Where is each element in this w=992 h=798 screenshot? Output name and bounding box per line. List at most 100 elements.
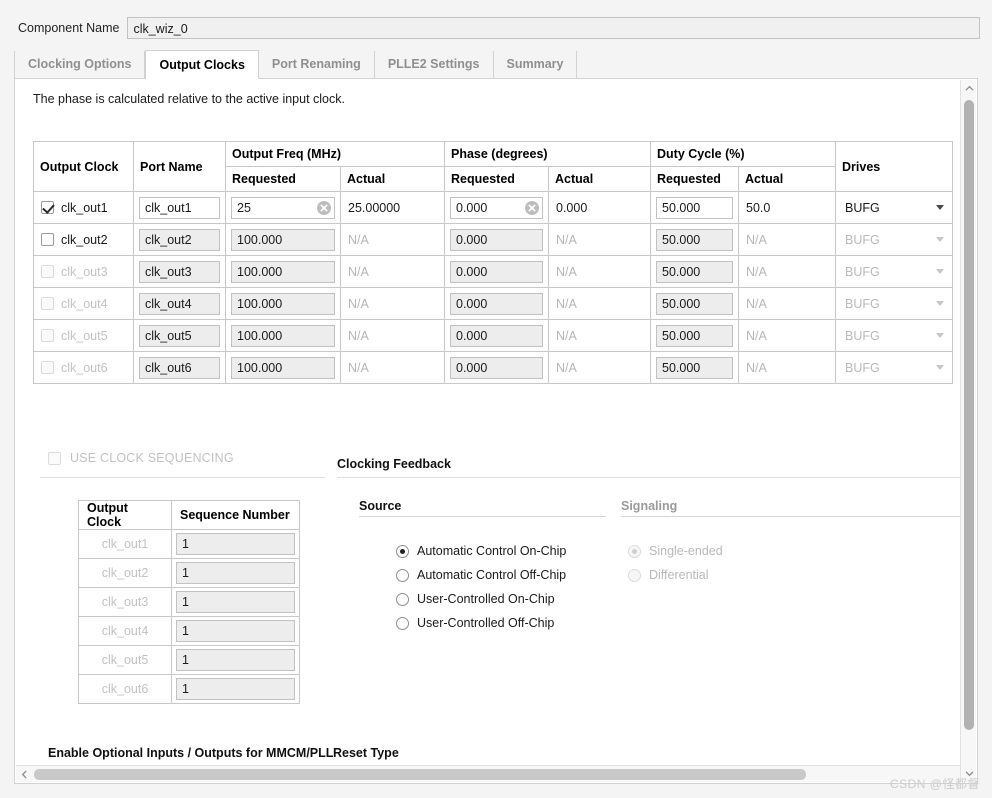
clk-out3-duty-requested-input[interactable]: 50.000 bbox=[656, 260, 733, 283]
row-4-freq-req-cell: 100.000 bbox=[225, 287, 341, 320]
clk-out2-freq-requested-input[interactable]: 100.000 bbox=[231, 228, 335, 251]
clk-out2-duty-requested-input[interactable]: 50.000 bbox=[656, 228, 733, 251]
tab-output-clocks[interactable]: Output Clocks bbox=[145, 50, 259, 79]
clk-out1-drives-dropdown[interactable]: BUFG bbox=[836, 192, 952, 223]
seq-row-3-input[interactable]: 1 bbox=[176, 591, 295, 613]
clk-out2-enable-checkbox[interactable] bbox=[41, 233, 54, 246]
seq-row-4-input[interactable]: 1 bbox=[176, 620, 295, 642]
radio-icon[interactable] bbox=[396, 544, 409, 558]
clk-out4-drives-value: BUFG bbox=[845, 296, 880, 311]
clk-out3-port-name-input[interactable]: clk_out3 bbox=[139, 260, 220, 283]
horizontal-scrollbar[interactable] bbox=[16, 765, 960, 782]
tab-port-renaming[interactable]: Port Renaming bbox=[258, 51, 375, 79]
clk-out2-phase-requested-input[interactable]: 0.000 bbox=[450, 228, 543, 251]
source-option-user-off-chip[interactable]: User-Controlled Off-Chip bbox=[396, 611, 566, 635]
row-2-output-clock-cell: clk_out2 bbox=[33, 223, 134, 256]
table-group-header-row: Output Clock Port Name Output Freq (MHz)… bbox=[33, 141, 953, 192]
clk-out3-freq-requested-input[interactable]: 100.000 bbox=[231, 260, 335, 283]
signaling-option-single-ended[interactable]: Single-ended bbox=[628, 539, 723, 563]
clk-out4-port-name-input[interactable]: clk_out4 bbox=[139, 292, 220, 315]
clk-out5-phase-requested-input[interactable]: 0.000 bbox=[450, 324, 543, 347]
clk-out2-drives-dropdown[interactable]: BUFG bbox=[836, 224, 952, 255]
clk-out1-port-name-input[interactable]: clk_out1 bbox=[139, 196, 220, 219]
seq-row-6-input[interactable]: 1 bbox=[176, 678, 295, 700]
clk-out6-duty-requested-input[interactable]: 50.000 bbox=[656, 356, 733, 379]
source-option-user-on-chip[interactable]: User-Controlled On-Chip bbox=[396, 587, 566, 611]
clk-out1-duty-requested-input[interactable]: 50.000 bbox=[656, 196, 733, 219]
row-2-port-name-cell: clk_out2 bbox=[133, 223, 226, 256]
radio-icon[interactable] bbox=[396, 616, 409, 630]
clk-out2-port-name-input[interactable]: clk_out2 bbox=[139, 228, 220, 251]
clk-out4-freq-requested-input[interactable]: 100.000 bbox=[231, 292, 335, 315]
clk-out2-drives-value: BUFG bbox=[845, 232, 880, 247]
row-1-freq-actual-cell: 25.00000 bbox=[340, 191, 445, 224]
radio-icon[interactable] bbox=[628, 568, 641, 582]
row-5-phase-actual-cell: N/A bbox=[548, 319, 651, 352]
seq-row-1-input[interactable]: 1 bbox=[176, 533, 295, 555]
row-2-freq-actual-cell: N/A bbox=[340, 223, 445, 256]
clear-icon[interactable] bbox=[525, 200, 539, 215]
clk-out6-phase-requested-input[interactable]: 0.000 bbox=[450, 356, 543, 379]
horizontal-scrollbar-thumb[interactable] bbox=[34, 768, 806, 780]
radio-icon[interactable] bbox=[396, 568, 409, 582]
tab-clocking-options[interactable]: Clocking Options bbox=[14, 51, 146, 79]
clk-out4-drives-dropdown[interactable]: BUFG bbox=[836, 288, 952, 319]
tab-strip: Clocking Options Output Clocks Port Rena… bbox=[14, 50, 978, 79]
seq-row-5-input[interactable]: 1 bbox=[176, 649, 295, 671]
row-1-freq-req-cell: 25 bbox=[225, 191, 341, 224]
clk-out5-duty-actual: N/A bbox=[746, 328, 767, 343]
clk-out3-phase-requested-input[interactable]: 0.000 bbox=[450, 260, 543, 283]
source-option-auto-on-chip[interactable]: Automatic Control On-Chip bbox=[396, 539, 566, 563]
radio-icon[interactable] bbox=[396, 592, 409, 606]
row-4-output-clock-cell: clk_out4 bbox=[33, 287, 134, 320]
vertical-scrollbar[interactable] bbox=[960, 80, 976, 782]
row-5-duty-actual-cell: N/A bbox=[738, 319, 836, 352]
clk-out5-port-name-input[interactable]: clk_out5 bbox=[139, 324, 220, 347]
seq-row-4-name: clk_out4 bbox=[78, 616, 172, 646]
list-item: clk_out1 1 bbox=[78, 529, 300, 559]
clk-out4-phase-requested-input[interactable]: 0.000 bbox=[450, 292, 543, 315]
scroll-left-icon[interactable] bbox=[16, 766, 32, 783]
clk-out3-enable-checkbox[interactable] bbox=[41, 265, 54, 278]
clk-out4-duty-requested-input[interactable]: 50.000 bbox=[656, 292, 733, 315]
row-3-freq-actual-cell: N/A bbox=[340, 255, 445, 288]
row-1-duty-actual-cell: 50.0 bbox=[738, 191, 836, 224]
vertical-scrollbar-thumb[interactable] bbox=[964, 100, 974, 730]
row-3-phase-req-cell: 0.000 bbox=[444, 255, 549, 288]
component-name-input[interactable]: clk_wiz_0 bbox=[127, 17, 980, 39]
source-option-auto-off-chip[interactable]: Automatic Control Off-Chip bbox=[396, 563, 566, 587]
clk-out4-enable-checkbox[interactable] bbox=[41, 297, 54, 310]
clk-out6-enable-checkbox[interactable] bbox=[41, 361, 54, 374]
clk-out1-phase-requested-input[interactable]: 0.000 bbox=[450, 196, 543, 219]
clk-out5-freq-requested-input[interactable]: 100.000 bbox=[231, 324, 335, 347]
use-clock-sequencing-row[interactable]: USE CLOCK SEQUENCING bbox=[48, 451, 234, 465]
clk-out5-drives-dropdown[interactable]: BUFG bbox=[836, 320, 952, 351]
clk-out6-port-name-input[interactable]: clk_out6 bbox=[139, 356, 220, 379]
col-port-name: Port Name bbox=[133, 141, 226, 192]
clk-out5-duty-requested-input[interactable]: 50.000 bbox=[656, 324, 733, 347]
clk-out6-freq-requested-input[interactable]: 100.000 bbox=[231, 356, 335, 379]
tab-plle2-settings[interactable]: PLLE2 Settings bbox=[374, 51, 494, 79]
tab-summary[interactable]: Summary bbox=[493, 51, 578, 79]
signaling-option-differential[interactable]: Differential bbox=[628, 563, 723, 587]
clk-out2-label: clk_out2 bbox=[61, 232, 108, 247]
clear-icon[interactable] bbox=[317, 200, 331, 215]
seq-row-2-input[interactable]: 1 bbox=[176, 562, 295, 584]
col-phase-requested: Requested bbox=[444, 166, 549, 192]
radio-icon[interactable] bbox=[628, 544, 641, 558]
table-row: clk_out2 clk_out2 100.000 N/A 0.000 N/A … bbox=[33, 223, 953, 256]
clock-sequencing-table: Output Clock Sequence Number clk_out1 1 … bbox=[78, 500, 300, 704]
row-1-output-clock-cell: clk_out1 bbox=[33, 191, 134, 224]
clk-out3-drives-dropdown[interactable]: BUFG bbox=[836, 256, 952, 287]
use-clock-sequencing-checkbox[interactable] bbox=[48, 451, 61, 465]
seq-header-row: Output Clock Sequence Number bbox=[78, 500, 300, 530]
row-3-duty-req-cell: 50.000 bbox=[650, 255, 739, 288]
clk-out1-freq-requested-input[interactable]: 25 bbox=[231, 196, 335, 219]
clk-out5-enable-checkbox[interactable] bbox=[41, 329, 54, 342]
clk-out6-drives-dropdown[interactable]: BUFG bbox=[836, 352, 952, 383]
horizontal-scrollbar-track[interactable] bbox=[32, 766, 960, 783]
scroll-up-icon[interactable] bbox=[961, 80, 977, 97]
clk-out1-enable-checkbox[interactable] bbox=[41, 201, 54, 214]
seq-row-6-value-cell: 1 bbox=[171, 674, 300, 704]
clk-out3-duty-actual: N/A bbox=[746, 264, 767, 279]
